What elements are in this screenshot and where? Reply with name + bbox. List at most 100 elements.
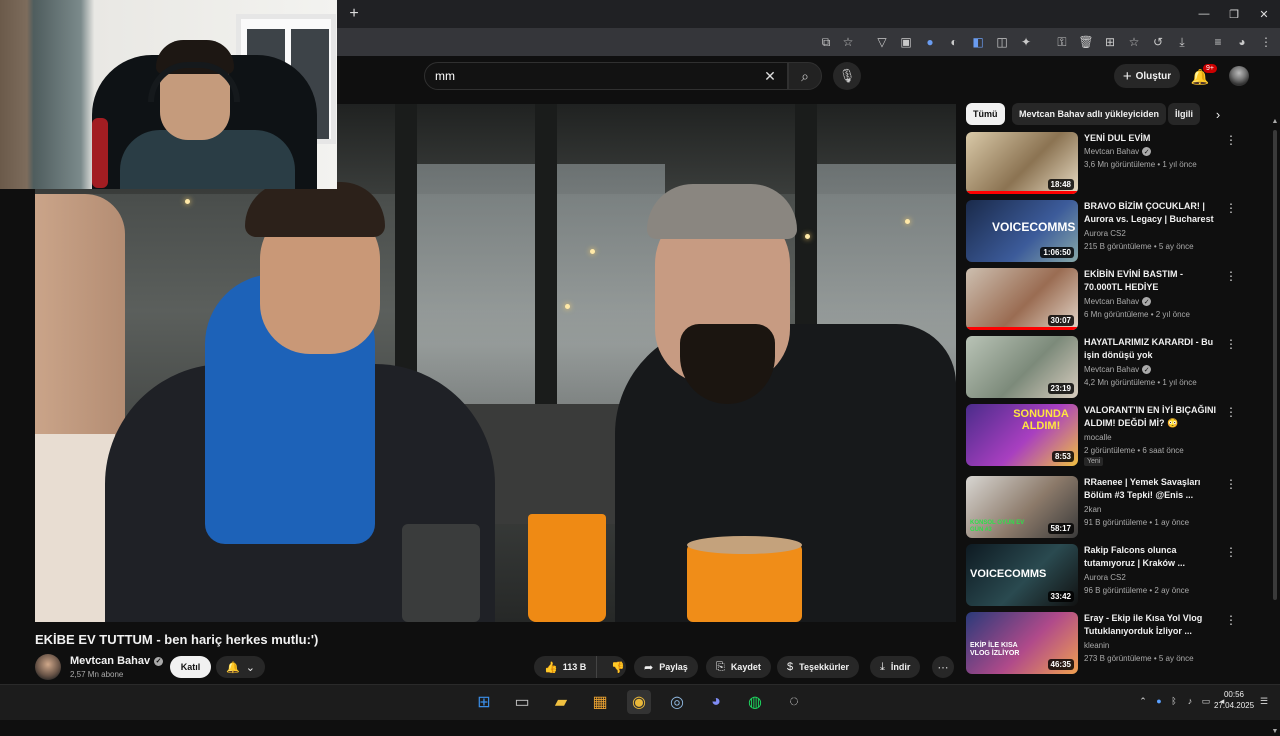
file-explorer-alt-icon[interactable]: ▭ bbox=[510, 690, 534, 714]
recommendation-channel[interactable]: Mevtcan Bahav ✓ bbox=[1084, 297, 1152, 306]
dislike-button[interactable]: 👎 bbox=[603, 661, 633, 674]
recommendation-item[interactable]: VOICECOMMS 1:06:50 BRAVO BİZİM ÇOCUKLAR! … bbox=[966, 200, 1266, 264]
microsoft-store-icon[interactable]: ▦ bbox=[588, 690, 612, 714]
recommendation-item[interactable]: 23:19 HAYATLARIMIZ KARARDI - Bu işin dön… bbox=[966, 336, 1266, 400]
recommendation-title[interactable]: RRaenee | Yemek Savaşları Bölüm #3 Tepki… bbox=[1084, 476, 1222, 502]
ext-2-icon[interactable]: ▣ bbox=[898, 34, 914, 50]
subscribed-notifications-button[interactable]: 🔔 ⌄ bbox=[216, 656, 265, 678]
recommendation-thumbnail[interactable]: VOICECOMMS 1:06:50 bbox=[966, 200, 1078, 262]
taskbar-clock[interactable]: 00:56 27.04.2025 bbox=[1214, 689, 1254, 711]
recommendation-item[interactable]: 30:07 EKİBİN EVİNİ BASTIM - 70.000TL HED… bbox=[966, 268, 1266, 332]
recommendation-item[interactable]: EKİP İLE KISA VLOG İZLİYOR 46:35 Eray - E… bbox=[966, 612, 1266, 676]
search-icon[interactable]: ⌕ bbox=[788, 62, 822, 90]
recommendation-channel[interactable]: 2kan bbox=[1084, 505, 1101, 514]
obs-icon[interactable]: ◌ bbox=[782, 690, 806, 714]
thanks-button[interactable]: $ Teşekkürler bbox=[777, 656, 859, 678]
more-options-icon[interactable]: ⋮ bbox=[1224, 544, 1238, 560]
profile-icon[interactable]: ◕ bbox=[1234, 34, 1250, 50]
discord-icon[interactable]: ◕ bbox=[704, 690, 728, 714]
recommendation-title[interactable]: EKİBİN EVİNİ BASTIM - 70.000TL HEDİYE bbox=[1084, 268, 1222, 294]
spotify-icon[interactable]: ◍ bbox=[743, 690, 767, 714]
recommendation-channel[interactable]: kleanin bbox=[1084, 641, 1109, 650]
scroll-up-icon[interactable]: ▲ bbox=[1270, 116, 1280, 126]
save-button[interactable]: ⎘ Kaydet bbox=[706, 656, 771, 678]
network-icon[interactable]: ▭ bbox=[1200, 695, 1212, 707]
recommendation-title[interactable]: Eray - Ekip ile Kısa Yol Vlog Tutuklanıy… bbox=[1084, 612, 1222, 638]
ext-3-icon[interactable]: ● bbox=[922, 34, 938, 50]
recommendation-item[interactable]: VOICECOMMS 33:42 Rakip Falcons olunca tut… bbox=[966, 544, 1266, 608]
recommendation-item[interactable]: SONUNDA ALDIM! 8:53 VALORANT'IN EN İYİ BI… bbox=[966, 404, 1266, 468]
clear-search-icon[interactable]: ✕ bbox=[762, 68, 778, 84]
recommendation-thumbnail[interactable]: EKİP İLE KISA VLOG İZLİYOR 46:35 bbox=[966, 612, 1078, 674]
like-button[interactable]: 👍 113 B bbox=[534, 656, 598, 678]
scrollbar-thumb[interactable] bbox=[1273, 130, 1277, 600]
more-actions-icon[interactable]: ⋯ bbox=[932, 656, 954, 678]
history-icon[interactable]: ↺ bbox=[1150, 34, 1166, 50]
chevron-up-icon[interactable]: ⌃ bbox=[1137, 695, 1149, 707]
recommendation-title[interactable]: VALORANT'IN EN İYİ BIÇAĞINI ALDIM! DEĞDİ… bbox=[1084, 404, 1222, 430]
more-options-icon[interactable]: ⋮ bbox=[1224, 268, 1238, 284]
recommendation-thumbnail[interactable]: 18:48 bbox=[966, 132, 1078, 194]
ext-8-icon[interactable]: ⊞ bbox=[1102, 34, 1118, 50]
bookmark-star-icon[interactable]: ☆ bbox=[840, 34, 856, 50]
recommendation-thumbnail[interactable]: KONSOL OYUN EV GÜN #3 58:17 bbox=[966, 476, 1078, 538]
more-options-icon[interactable]: ⋮ bbox=[1224, 336, 1238, 352]
ext-6-icon[interactable]: ◫ bbox=[994, 34, 1010, 50]
minimize-icon[interactable]: — bbox=[1196, 6, 1212, 22]
chrome-icon[interactable]: ◉ bbox=[627, 690, 651, 714]
menu-icon[interactable]: ⋮ bbox=[1258, 34, 1274, 50]
windows-start-icon[interactable]: ⊞ bbox=[472, 690, 496, 714]
ext-7-icon[interactable]: ⚿ bbox=[1054, 34, 1070, 50]
install-icon[interactable]: ⧉ bbox=[818, 34, 834, 50]
chip-all[interactable]: Tümü bbox=[966, 103, 1005, 125]
channel-name-link[interactable]: Mevtcan Bahav ✓ bbox=[70, 655, 164, 667]
microphone-icon[interactable]: 🎙 bbox=[833, 62, 861, 90]
chevron-right-icon[interactable]: › bbox=[1210, 106, 1226, 122]
close-icon[interactable]: ✕ bbox=[1256, 6, 1272, 22]
recommendation-channel[interactable]: Aurora CS2 bbox=[1084, 573, 1126, 582]
ext-1-icon[interactable]: ▽ bbox=[874, 34, 890, 50]
tab-search-icon[interactable]: ≡ bbox=[1210, 34, 1226, 50]
ext-5-icon[interactable]: ◧ bbox=[970, 34, 986, 50]
more-options-icon[interactable]: ⋮ bbox=[1224, 132, 1238, 148]
audio-icon[interactable]: ♪ bbox=[1184, 695, 1196, 707]
recommendation-title[interactable]: HAYATLARIMIZ KARARDI - Bu işin dönüşü yo… bbox=[1084, 336, 1222, 362]
extensions-icon[interactable]: ✦ bbox=[1018, 34, 1034, 50]
recommendation-title[interactable]: BRAVO BİZİM ÇOCUKLAR! | Aurora vs. Legac… bbox=[1084, 200, 1222, 228]
account-avatar[interactable] bbox=[1229, 66, 1249, 86]
recommendation-thumbnail[interactable]: 30:07 bbox=[966, 268, 1078, 330]
more-options-icon[interactable]: ⋮ bbox=[1224, 476, 1238, 492]
microphone-icon[interactable]: ● bbox=[1153, 695, 1165, 707]
restore-icon[interactable]: ❐ bbox=[1226, 6, 1242, 22]
ext-4-icon[interactable]: ◐ bbox=[946, 34, 962, 50]
share-button[interactable]: ➦ Paylaş bbox=[634, 656, 698, 678]
new-tab-button[interactable]: + bbox=[346, 5, 362, 22]
notification-center-icon[interactable]: ☰ bbox=[1258, 695, 1270, 707]
recommendation-item[interactable]: KONSOL OYUN EV GÜN #3 58:17 RRaenee | Yem… bbox=[966, 476, 1266, 540]
channel-avatar[interactable] bbox=[35, 654, 61, 680]
join-button[interactable]: Katıl bbox=[170, 656, 211, 678]
file-explorer-icon[interactable]: ▰ bbox=[549, 690, 573, 714]
more-options-icon[interactable]: ⋮ bbox=[1224, 612, 1238, 628]
recommendation-thumbnail[interactable]: 23:19 bbox=[966, 336, 1078, 398]
recommendation-channel[interactable]: Aurora CS2 bbox=[1084, 229, 1126, 238]
recommendation-thumbnail[interactable]: SONUNDA ALDIM! 8:53 bbox=[966, 404, 1078, 466]
recommendation-channel[interactable]: Mevtcan Bahav ✓ bbox=[1084, 365, 1152, 374]
more-options-icon[interactable]: ⋮ bbox=[1224, 200, 1238, 216]
create-button[interactable]: + Oluştur bbox=[1114, 64, 1180, 88]
more-options-icon[interactable]: ⋮ bbox=[1224, 404, 1238, 420]
recommendation-title[interactable]: Rakip Falcons olunca tutamıyoruz | Krakó… bbox=[1084, 544, 1222, 570]
chip-related[interactable]: İlgili bbox=[1168, 103, 1200, 125]
recommendation-item[interactable]: 18:48 YENİ DUL EVİM Mevtcan Bahav ✓ 3,6 M… bbox=[966, 132, 1266, 196]
recommendation-channel[interactable]: mocalle bbox=[1084, 433, 1112, 442]
download-button[interactable]: ⤓ İndir bbox=[870, 656, 921, 678]
recommendation-thumbnail[interactable]: VOICECOMMS 33:42 bbox=[966, 544, 1078, 606]
recommendation-title[interactable]: YENİ DUL EVİM bbox=[1084, 132, 1222, 145]
scroll-down-icon[interactable]: ▼ bbox=[1270, 726, 1280, 736]
recommendation-channel[interactable]: Mevtcan Bahav ✓ bbox=[1084, 147, 1152, 156]
download-icon[interactable]: ⤓ bbox=[1174, 34, 1190, 50]
steam-icon[interactable]: ◎ bbox=[665, 690, 689, 714]
search-input[interactable]: mm bbox=[424, 62, 788, 90]
bluetooth-icon[interactable]: ᛒ bbox=[1168, 695, 1180, 707]
chip-from-uploader[interactable]: Mevtcan Bahav adlı yükleyiciden bbox=[1012, 103, 1167, 125]
